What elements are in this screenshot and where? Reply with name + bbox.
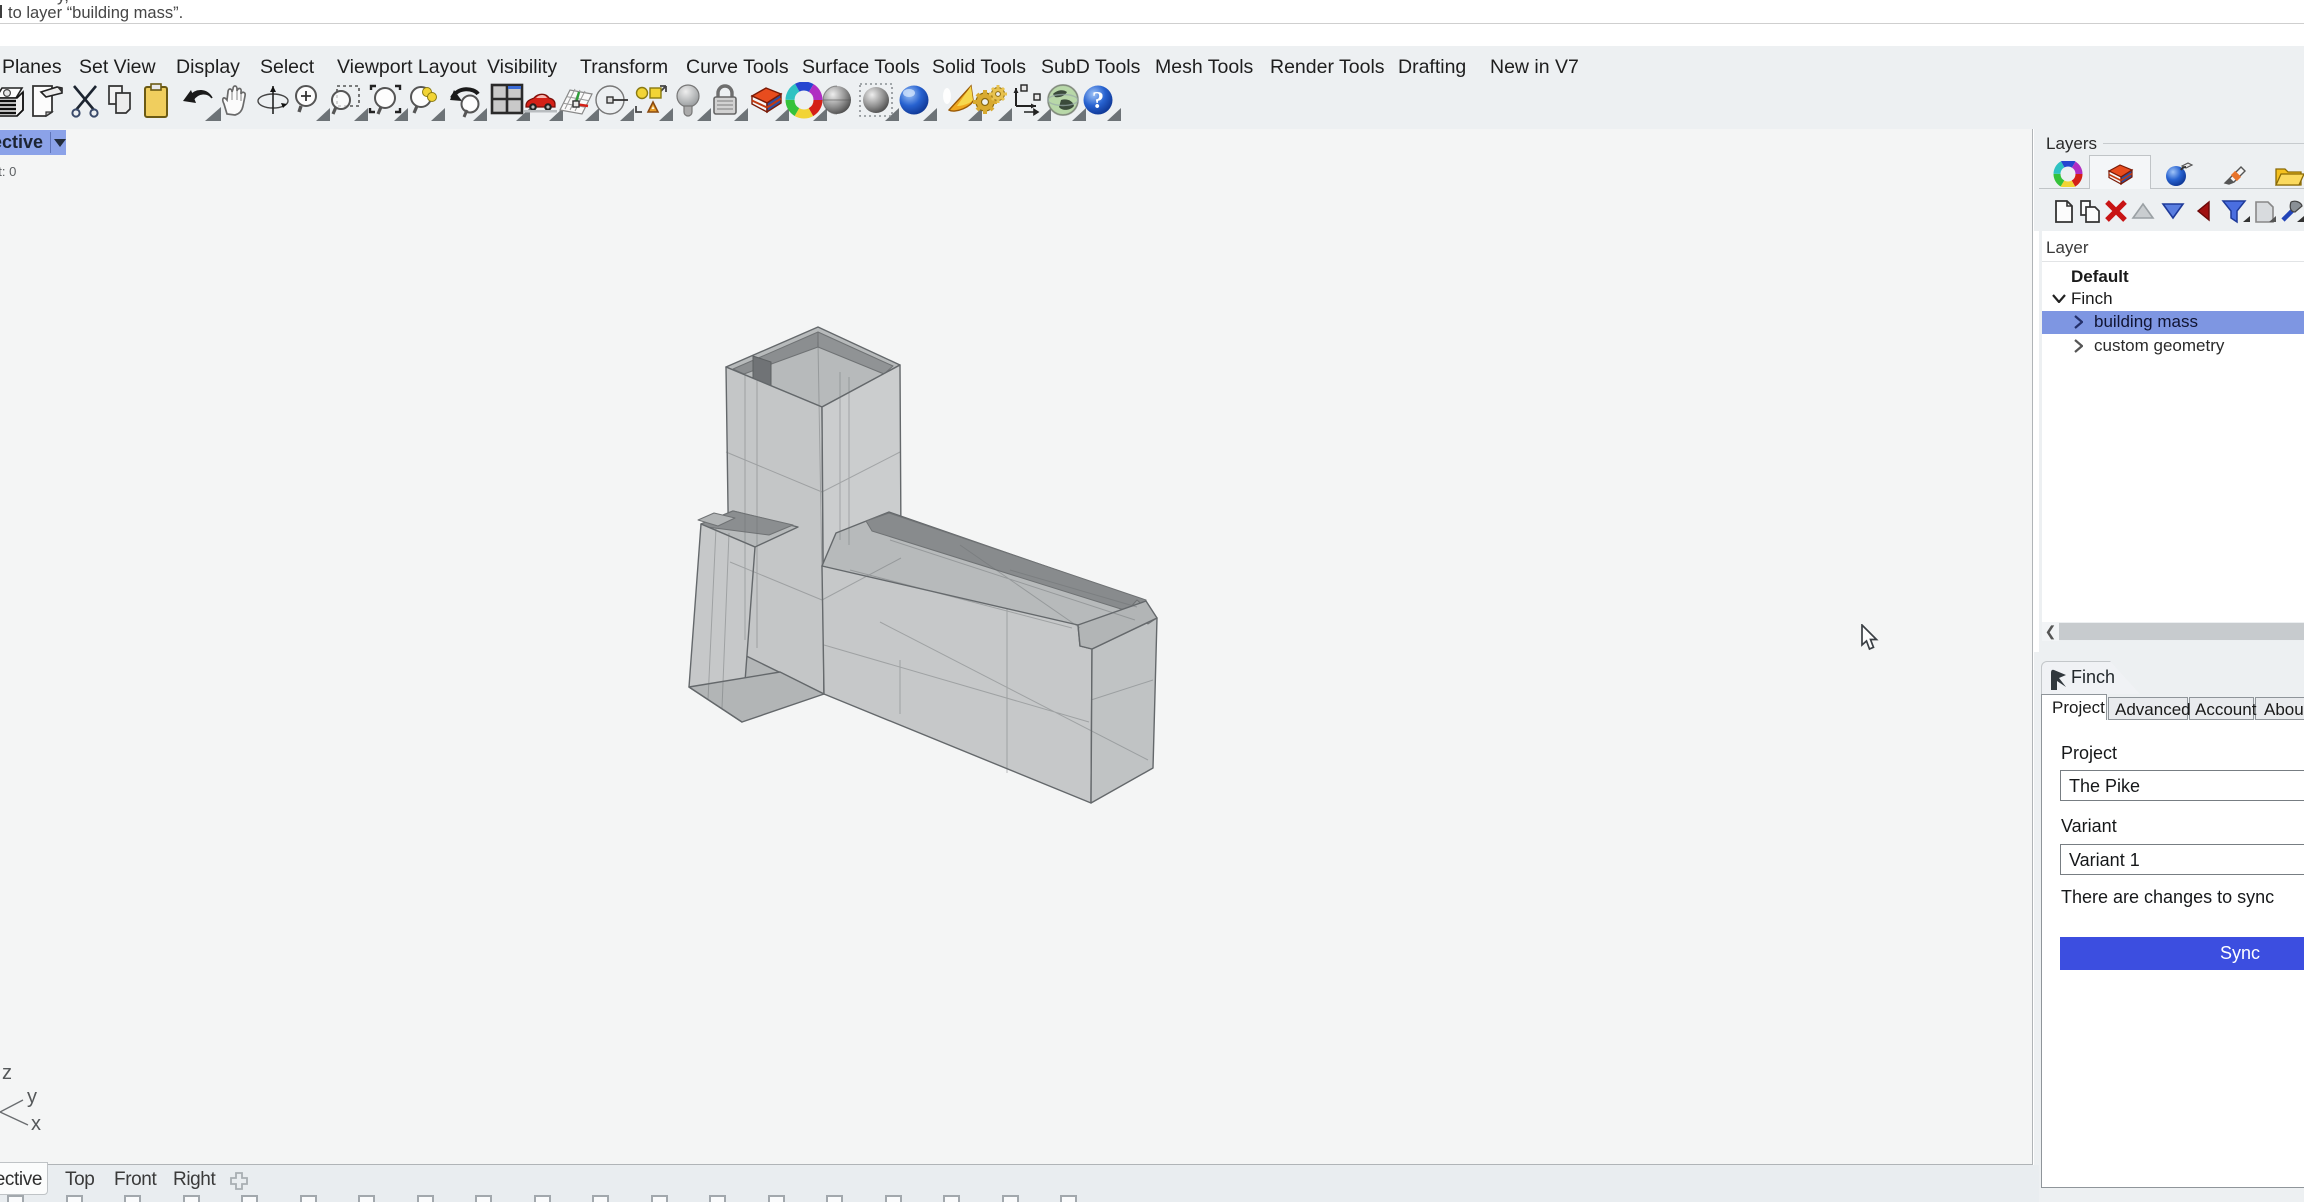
svg-text:?: ? <box>1092 88 1104 114</box>
svg-text:x: x <box>31 1113 41 1135</box>
svg-text:y: y <box>27 1086 37 1108</box>
svg-text:z: z <box>2 1062 12 1084</box>
